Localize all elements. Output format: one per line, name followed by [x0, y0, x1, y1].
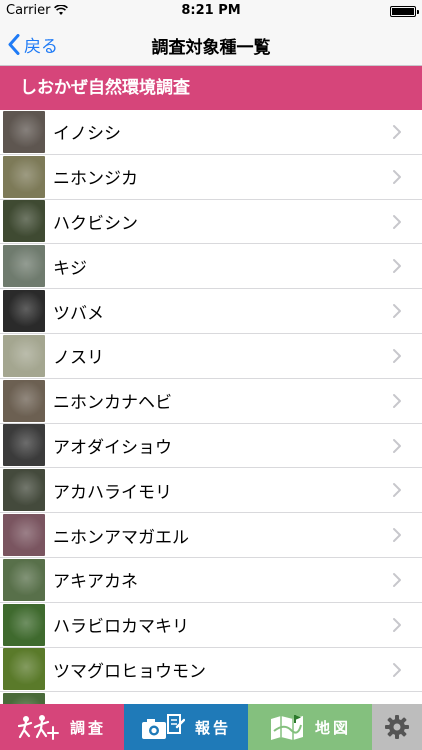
list-item[interactable]: アキアカネ	[0, 557, 422, 603]
list-item[interactable]: キジ	[0, 244, 422, 290]
species-thumbnail	[3, 469, 45, 512]
species-thumbnail	[3, 693, 45, 704]
section-header: しおかぜ自然環境調査	[0, 66, 422, 110]
species-list: イノシシニホンジカハクビシンキジツバメノスリニホンカナヘビ アオダイショウ アカハラ…	[0, 110, 422, 704]
tab-survey[interactable]: 調査	[0, 704, 124, 750]
species-thumbnail	[3, 155, 45, 198]
tab-settings[interactable]	[372, 704, 422, 750]
species-thumbnail	[3, 379, 45, 422]
species-name: ハラビロカマキリ	[53, 617, 189, 638]
species-name: キジ	[53, 258, 87, 279]
chevron-right-icon	[393, 438, 401, 453]
gear-icon	[385, 715, 409, 739]
list-item[interactable]: ツバメ	[0, 289, 422, 334]
list-item[interactable]	[0, 692, 422, 704]
tab-report-label: 報告	[194, 718, 231, 737]
chevron-right-icon	[393, 572, 401, 587]
chevron-right-icon	[393, 304, 401, 319]
list-item[interactable]: アカハライモリ	[0, 468, 422, 514]
tab-survey-label: 調査	[69, 718, 106, 737]
species-name: ツバメ	[53, 303, 104, 324]
species-name: イノシシ	[53, 124, 121, 145]
page-title: 調査対象種一覧	[151, 38, 271, 58]
species-name: ツマグロヒョウモン	[53, 661, 206, 682]
species-thumbnail	[3, 424, 45, 467]
chevron-right-icon	[393, 259, 401, 274]
list-item[interactable]: イノシシ	[0, 110, 422, 155]
species-name: アキアカネ	[53, 572, 138, 593]
list-item[interactable]: ツマグロヒョウモン	[0, 647, 422, 693]
species-thumbnail	[3, 334, 45, 377]
map-icon	[270, 715, 303, 740]
list-item[interactable]: ニホンジカ	[0, 154, 422, 200]
chevron-right-icon	[393, 214, 401, 229]
list-item[interactable]: ニホンアマガエル	[0, 513, 422, 558]
status-time: 8:21 PM	[181, 3, 241, 18]
tab-report[interactable]: 報告	[124, 704, 248, 750]
tab-map[interactable]: 地図	[248, 704, 372, 750]
camera-document-icon	[141, 714, 185, 739]
screen: Carrier 8:21 PM 戻る 調査対象種一覧 しおかぜ自然環境調査 イノ…	[0, 0, 422, 750]
species-name: ノスリ	[53, 348, 104, 369]
tab-map-label: 地図	[314, 718, 351, 737]
list-item[interactable]: アオダイショウ	[0, 423, 422, 469]
chevron-right-icon	[393, 393, 401, 408]
status-bar: Carrier 8:21 PM	[0, 0, 422, 22]
species-name: アオダイショウ	[53, 437, 172, 458]
chevron-right-icon	[393, 169, 401, 184]
species-name: ニホンカナヘビ	[53, 393, 172, 414]
list-item[interactable]: ノスリ	[0, 333, 422, 379]
list-item[interactable]: ハラビロカマキリ	[0, 602, 422, 648]
species-name: ニホンジカ	[53, 169, 138, 190]
list-item[interactable]: ハクビシン	[0, 199, 422, 245]
list-item[interactable]: ニホンカナヘビ	[0, 378, 422, 424]
chevron-right-icon	[393, 617, 401, 632]
chevron-right-icon	[393, 528, 401, 543]
species-thumbnail	[3, 245, 45, 288]
chevron-right-icon	[393, 662, 401, 677]
battery-icon	[390, 6, 419, 17]
navigation-bar: 戻る 調査対象種一覧	[0, 22, 422, 66]
tab-bar: 調査 報告 地図	[0, 704, 422, 750]
chevron-right-icon	[393, 348, 401, 363]
species-name: アカハライモリ	[53, 482, 172, 503]
species-thumbnail	[3, 648, 45, 691]
species-name: ニホンアマガエル	[53, 527, 189, 548]
species-name: ハクビシン	[53, 213, 138, 234]
species-thumbnail	[3, 603, 45, 646]
species-thumbnail	[3, 290, 45, 333]
chevron-right-icon	[393, 483, 401, 498]
species-thumbnail	[3, 200, 45, 243]
species-thumbnail	[3, 110, 45, 153]
species-thumbnail	[3, 514, 45, 557]
species-thumbnail	[3, 558, 45, 601]
survey-figures-icon	[17, 715, 59, 740]
chevron-right-icon	[393, 125, 401, 139]
